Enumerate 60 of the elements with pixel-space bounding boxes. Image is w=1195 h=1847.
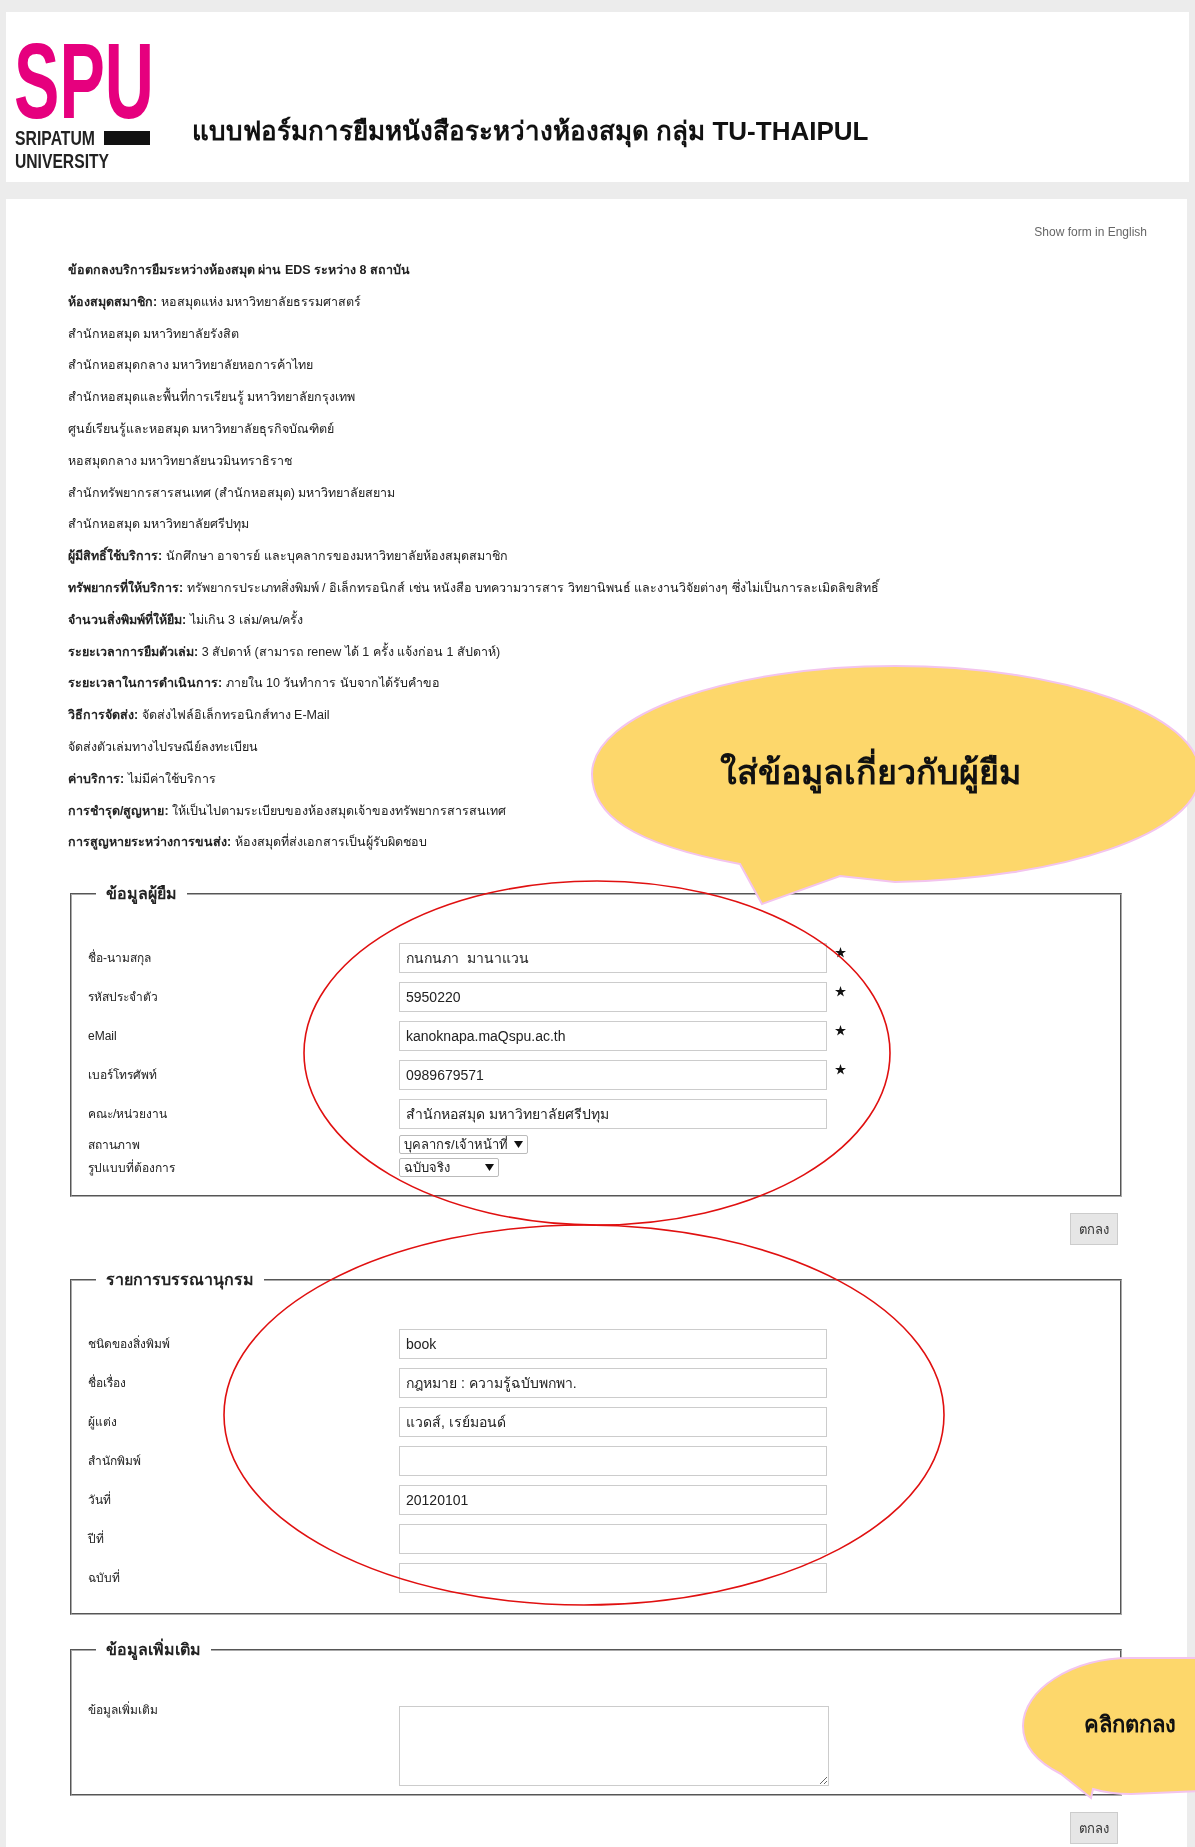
field-label: ชนิดของสิ่งพิมพ์ <box>88 1334 171 1354</box>
input-field[interactable]: สำนักหอสมุด มหาวิทยาลัยศรีปทุม <box>399 1098 827 1129</box>
callout-text: ใส่ข้อมูลเกี่ยวกับผู้ยืม <box>720 745 1021 799</box>
page-title: แบบฟอร์มการยืมหนังสือระหว่างห้องสมุด กลุ่ม TU-THAIPUL <box>192 115 869 150</box>
input-field[interactable]: กฎหมาย : ความรู้ฉบับพกพา. <box>399 1367 827 1398</box>
terms-line: สำนักหอสมุดกลาง มหาวิทยาลัยหอการค้าไทย <box>68 357 314 375</box>
terms-line: ระยะเวลาในการดำเนินการ: ภายใน 10 วันทำการ นับจากได้รับคำขอ <box>68 674 440 693</box>
submit-button[interactable]: ตกลง <box>1070 1812 1118 1845</box>
field-label: รูปแบบที่ต้องการ <box>88 1158 176 1178</box>
field-label: คณะ/หน่วยงาน <box>88 1106 169 1124</box>
terms-line: วิธีการจัดส่ง: จัดส่งไฟล์อิเล็กทรอนิกส์ทาง E-Mail <box>68 706 330 725</box>
terms-line: จำนวนสิ่งพิมพ์ที่ให้ยืม: ไม่เกิน 3 เล่ม/คน/ครั้ง <box>68 609 304 629</box>
field-label: สำนักพิมพ์ <box>88 1453 142 1471</box>
field-label: ชื่อ-นามสกุล <box>88 948 152 968</box>
language-link[interactable]: Show form in English <box>1034 225 1147 239</box>
terms-line: ศูนย์เรียนรู้และหอสมุด มหาวิทยาลัยธุรกิจบัณฑิตย์ <box>68 421 335 439</box>
submit-button[interactable]: ตกลง <box>1070 1213 1118 1246</box>
input-field[interactable]: kanoknapa.maQspu.ac.th <box>399 1020 827 1051</box>
callout-text: คลิกตกลง <box>1084 1711 1176 1739</box>
input-field[interactable] <box>399 1445 827 1476</box>
field-label: ฉบับที่ <box>88 1568 121 1588</box>
dropdown[interactable]: บุคลากร/เจ้าหน้าที่ <box>399 1135 528 1155</box>
input-field[interactable]: แวดส์, เรย์มอนด์ <box>399 1406 827 1437</box>
terms-line: ห้องสมุดสมาชิก: หอสมุดแห่ง มหาวิทยาลัยธรรมศาสตร์ <box>68 293 362 312</box>
input-field[interactable]: กนกนภา มานาแวน <box>399 942 827 973</box>
section-title: ข้อมูลเพิ่มเติม <box>96 1637 211 1663</box>
terms-line: การสูญหายระหว่างการขนส่ง: ห้องสมุดที่ส่งเอกสารเป็นผู้รับผิดชอบ <box>68 832 427 852</box>
terms-line: สำนักหอสมุดและพื้นที่การเรียนรู้ มหาวิทยาลัยกรุงเทพ <box>68 382 356 414</box>
input-field[interactable]: book <box>399 1328 827 1359</box>
terms-line: สำนักหอสมุด มหาวิทยาลัยศรีปทุม <box>68 516 250 534</box>
terms-line: สำนักทรัพยากรสารสนเทศ (สำนักหอสมุด) มหาวิทยาลัยสยาม <box>68 484 396 503</box>
field-label: ชื่อเรื่อง <box>88 1373 127 1393</box>
field-label: eMail <box>88 1028 118 1043</box>
terms-line: หอสมุดกลาง มหาวิทยาลัยนวมินทราธิราช <box>68 452 293 471</box>
terms-line: ค่าบริการ: ไม่มีค่าใช้บริการ <box>68 770 216 788</box>
section-title: ข้อมูลผู้ยืม <box>105 884 178 906</box>
section-title: รายการบรรณานุกรม <box>105 1270 255 1292</box>
terms-line: ข้อตกลงบริการยืมระหว่างห้องสมุด ผ่าน EDS ระหว่าง 8 สถาบัน <box>68 262 411 280</box>
terms-line: สำนักหอสมุด มหาวิทยาลัยรังสิต <box>68 325 240 344</box>
input-field[interactable] <box>399 1523 827 1554</box>
terms-line: ผู้มีสิทธิ์ใช้บริการ: นักศึกษา อาจารย์ และบุคลากรของมหาวิทยาลัยห้องสมุดสมาชิก <box>68 541 508 573</box>
caret-icon <box>485 1164 494 1172</box>
field-label: ข้อมูลเพิ่มเติม <box>88 1700 159 1720</box>
terms-line: การชำรุด/สูญหาย: ให้เป็นไปตามระเบียบของห้องสมุดเจ้าของทรัพยากรสารสนเทศ <box>68 802 507 821</box>
text-area[interactable] <box>399 1706 829 1787</box>
terms-line: ระยะเวลาการยืมตัวเล่ม: 3 สัปดาห์ (สามารถ renew ได้ 1 ครั้ง แจ้งก่อน 1 สัปดาห์) <box>68 641 501 661</box>
dropdown[interactable]: ฉบับจริง <box>399 1158 499 1178</box>
field-label: ผู้แต่ง <box>88 1414 118 1432</box>
input-field[interactable]: 0989679571 <box>399 1059 827 1090</box>
terms-line: จัดส่งตัวเล่มทางไปรษณีย์ลงทะเบียน <box>68 738 258 756</box>
field-label: วันที่ <box>88 1490 112 1510</box>
field-label: รหัสประจำตัว <box>88 989 159 1007</box>
field-label: ปีที่ <box>88 1529 105 1549</box>
input-field[interactable] <box>399 1562 827 1593</box>
input-field[interactable]: 20120101 <box>399 1484 827 1515</box>
field-label: สถานภาพ <box>88 1137 141 1155</box>
input-field[interactable]: 5950220 <box>399 981 827 1012</box>
field-label: เบอร์โทรศัพท์ <box>88 1067 158 1085</box>
terms-line: ทรัพยากรที่ให้บริการ: ทรัพยากรประเภทสิ่งพิมพ์ / อิเล็กทรอนิกส์ เช่น หนังสือ บทความวารสาร วิทยานิพนธ์ และงานวิจัยต่างๆ ซึ่งไม่เป็นการละเมิดลิขสิทธิ์ <box>68 577 879 597</box>
caret-icon <box>513 1141 523 1149</box>
